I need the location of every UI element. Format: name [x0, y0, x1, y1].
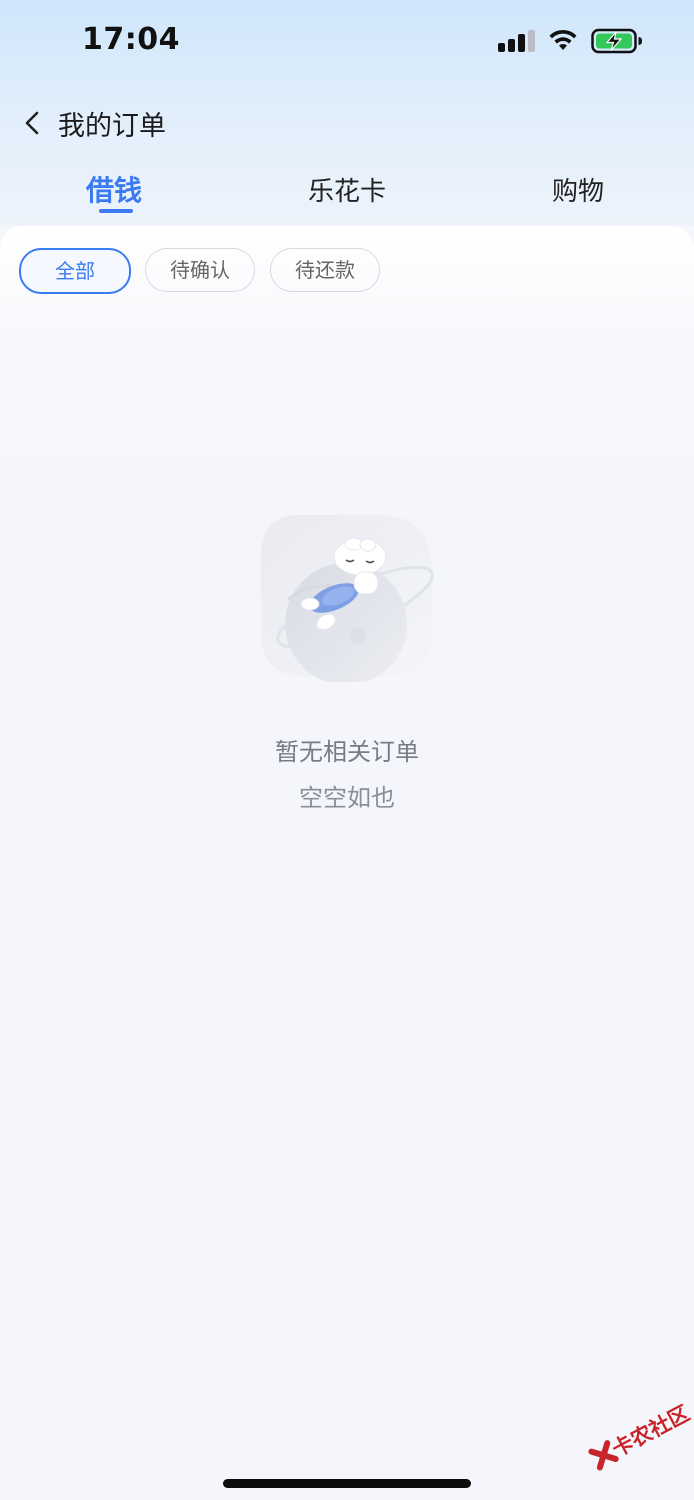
back-arrow-icon[interactable]	[18, 108, 48, 138]
wifi-icon	[549, 29, 577, 50]
content-card	[0, 226, 694, 1500]
active-tab-indicator	[99, 209, 133, 213]
navigation-header: 我的订单	[0, 92, 694, 152]
empty-state-subtitle: 空空如也	[299, 784, 395, 812]
tab-borrow[interactable]: 借钱	[86, 169, 142, 209]
page-title: 我的订单	[58, 111, 166, 142]
status-bar: 17:04	[0, 0, 694, 82]
home-indicator	[223, 1479, 471, 1488]
tab-shopping[interactable]: 购物	[552, 171, 604, 208]
tab-lehua-card[interactable]: 乐花卡	[308, 171, 386, 208]
filter-chip-all[interactable]: 全部	[19, 248, 131, 294]
empty-state-title: 暂无相关订单	[275, 738, 419, 766]
filter-chip-pending-confirm[interactable]: 待确认	[145, 248, 255, 292]
filter-chip-pending-repay[interactable]: 待还款	[270, 248, 380, 292]
battery-charging-icon	[591, 28, 642, 54]
empty-orders-illustration	[261, 515, 434, 682]
order-type-tabs: 借钱 乐花卡 购物	[0, 162, 694, 222]
cellular-signal-icon	[498, 30, 536, 52]
status-time: 17:04	[82, 22, 180, 57]
